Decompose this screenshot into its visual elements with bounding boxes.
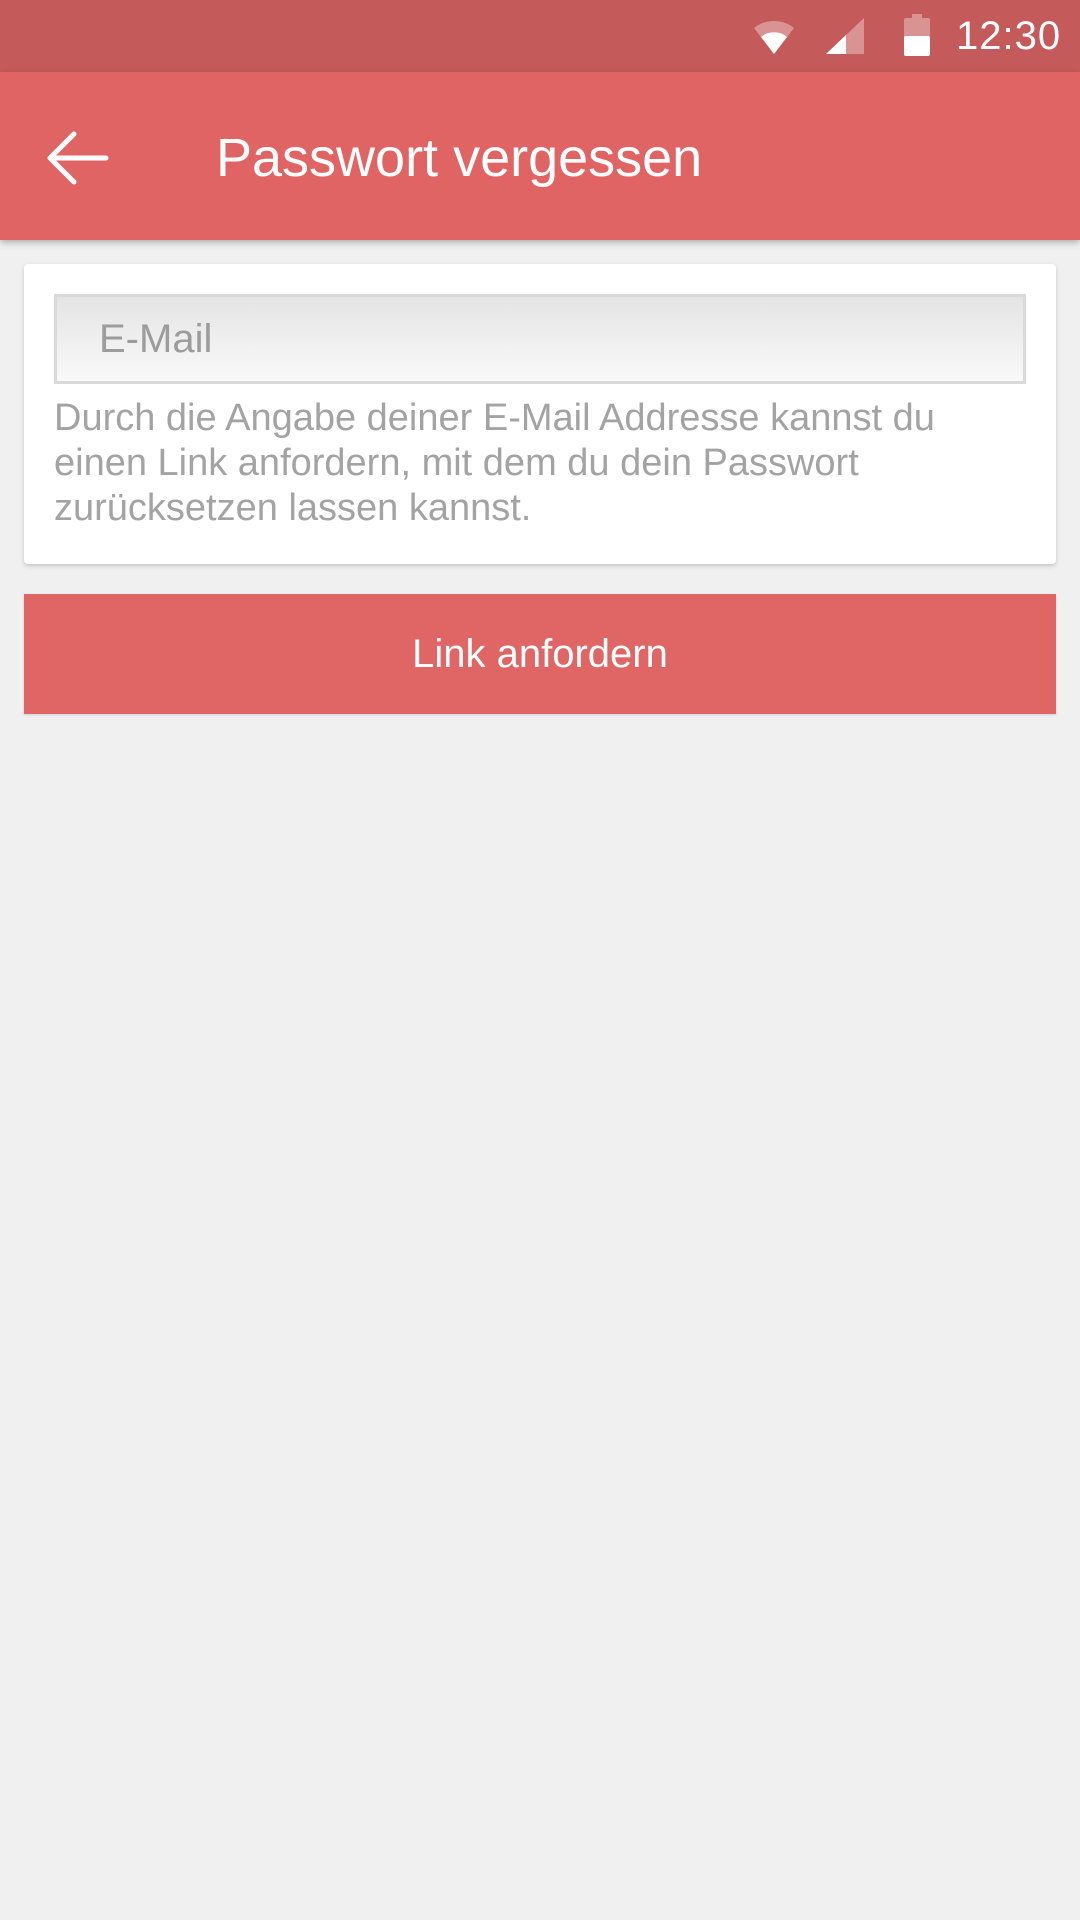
- signal-icon: [826, 18, 864, 54]
- email-hint-text: Durch die Angabe deiner E-Mail Addresse …: [54, 397, 935, 529]
- wifi-icon: [754, 20, 794, 54]
- request-link-button[interactable]: Link anfordern: [24, 594, 1056, 714]
- status-time: 12:30: [956, 14, 1062, 58]
- app-bar: Passwort vergessen: [0, 72, 1080, 240]
- page-title: Passwort vergessen: [216, 128, 703, 188]
- form-card: Durch die Angabe deiner E-Mail Addresse …: [24, 264, 1056, 564]
- arrow-left-icon[interactable]: [40, 122, 112, 194]
- battery-icon: [904, 14, 930, 56]
- email-field[interactable]: [54, 294, 1026, 384]
- status-bar: 12:30: [0, 0, 1080, 72]
